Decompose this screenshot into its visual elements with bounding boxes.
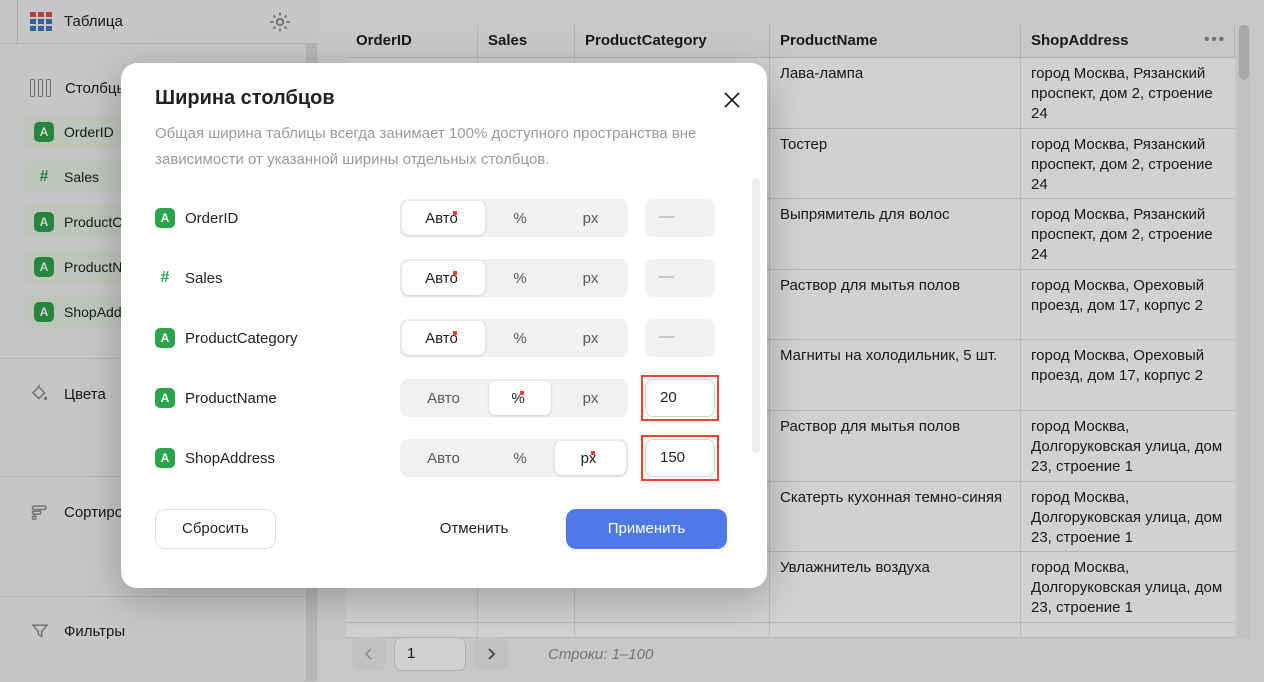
field-label: AProductCategory	[155, 328, 400, 348]
unit-segmented-control: Авто%px	[400, 379, 628, 417]
unit-option-px[interactable]: px	[553, 379, 628, 417]
string-field-icon: A	[155, 328, 175, 348]
unit-option-percent[interactable]: %	[487, 259, 553, 297]
unit-option-px[interactable]: px	[553, 439, 628, 477]
number-field-icon: #	[155, 269, 175, 287]
unit-option-px[interactable]: px	[553, 319, 628, 357]
unit-segmented-control: Авто%px	[400, 199, 628, 237]
unit-option-auto[interactable]: Авто	[400, 319, 487, 357]
apply-button[interactable]: Применить	[566, 509, 727, 549]
column-width-row: AProductNameАвто%px 20	[155, 379, 733, 417]
column-width-row: AProductCategoryАвто%px —	[155, 319, 733, 357]
unit-option-auto[interactable]: Авто	[400, 199, 487, 237]
unit-option-percent[interactable]: %	[487, 439, 553, 477]
field-label: AProductName	[155, 388, 400, 408]
reset-button[interactable]: Сбросить	[155, 509, 276, 549]
unit-option-px[interactable]: px	[553, 259, 628, 297]
unit-segmented-control: Авто%px	[400, 439, 628, 477]
unit-option-auto[interactable]: Авто	[400, 439, 487, 477]
unit-segmented-control: Авто%px	[400, 319, 628, 357]
column-width-modal: Ширина столбцов Общая ширина таблицы все…	[121, 63, 767, 588]
annotation-highlight	[641, 435, 719, 481]
modal-description: Общая ширина таблицы всегда занимает 100…	[155, 121, 727, 173]
width-value-disabled: —	[645, 199, 715, 237]
unit-option-px[interactable]: px	[553, 199, 628, 237]
width-value-disabled: —	[645, 259, 715, 297]
unit-option-auto[interactable]: Авто	[400, 259, 487, 297]
field-label: AShopAddress	[155, 448, 400, 468]
width-value-disabled: —	[645, 319, 715, 357]
unit-segmented-control: Авто%px	[400, 259, 628, 297]
unit-option-auto[interactable]: Авто	[400, 379, 487, 417]
column-width-row: #SalesАвто%px —	[155, 259, 733, 297]
app-window: Таблица Столбцы A OrderID # Sales A Prod…	[0, 0, 1264, 682]
string-field-icon: A	[155, 448, 175, 468]
width-value-input[interactable]: 150	[645, 439, 715, 477]
width-value-input[interactable]: 20	[645, 379, 715, 417]
string-field-icon: A	[155, 388, 175, 408]
modal-title: Ширина столбцов	[155, 87, 335, 110]
unit-option-percent[interactable]: %	[487, 199, 553, 237]
field-label: #Sales	[155, 269, 400, 287]
cancel-button[interactable]: Отменить	[430, 509, 518, 549]
field-label: AOrderID	[155, 208, 400, 228]
close-icon[interactable]	[721, 89, 743, 111]
unit-option-percent[interactable]: %	[487, 319, 553, 357]
unit-option-percent[interactable]: %	[487, 379, 553, 417]
annotation-highlight	[641, 375, 719, 421]
modal-footer: Сбросить Отменить Применить	[121, 509, 767, 549]
modal-scrollbar[interactable]	[752, 178, 760, 453]
column-width-row: AShopAddressАвто%px 150	[155, 439, 733, 477]
string-field-icon: A	[155, 208, 175, 228]
column-width-row: AOrderIDАвто%px —	[155, 199, 733, 237]
